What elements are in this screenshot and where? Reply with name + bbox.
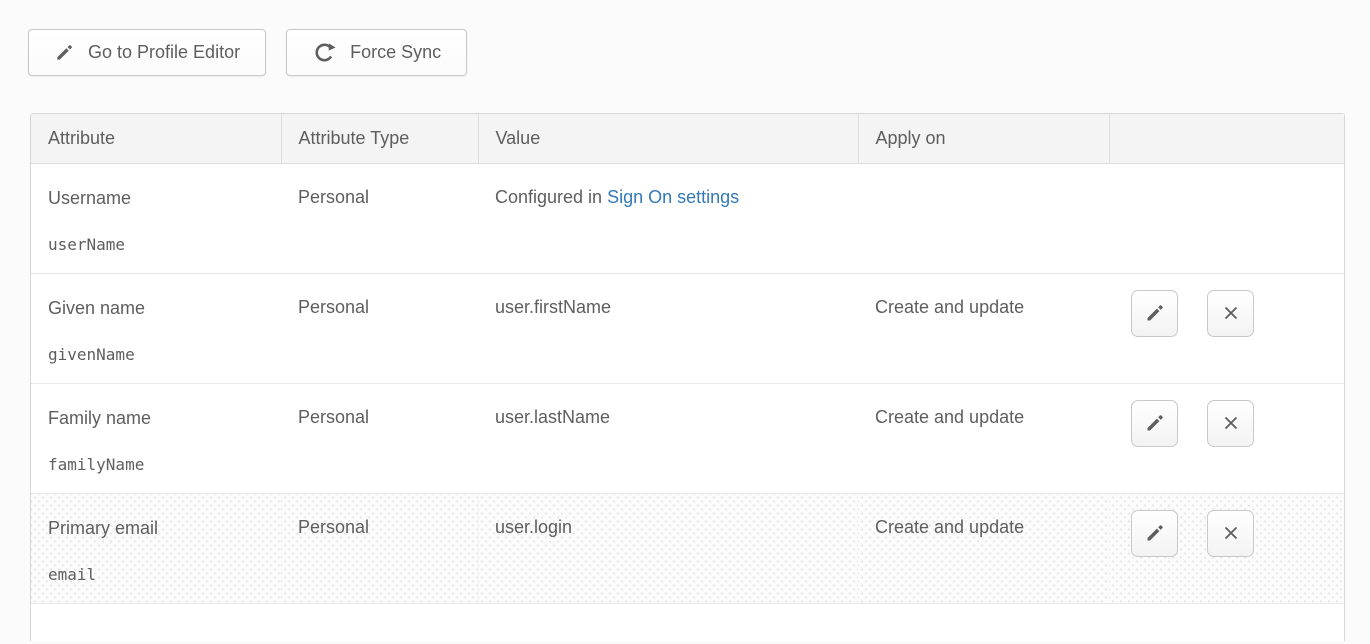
attribute-type-cell: Personal (281, 493, 478, 603)
table-row: Given name givenName Personal user.first… (31, 273, 1344, 383)
go-to-profile-editor-button[interactable]: Go to Profile Editor (28, 29, 266, 76)
value-cell: user.firstName (478, 273, 858, 383)
attribute-mapping-table: Attribute Attribute Type Value Apply on … (30, 113, 1345, 641)
delete-attribute-button[interactable] (1207, 400, 1254, 447)
header-actions (1109, 114, 1344, 163)
value-cell: Configured in Sign On settings (478, 163, 858, 273)
value-cell: user.lastName (478, 383, 858, 493)
sign-on-settings-link[interactable]: Sign On settings (607, 187, 739, 207)
apply-on-cell: Create and update (858, 383, 1109, 493)
attribute-variable-name: userName (48, 235, 265, 255)
attribute-cell: Given name givenName (31, 273, 281, 383)
x-icon (1220, 412, 1242, 434)
attribute-cell: Primary email email (31, 493, 281, 603)
x-icon (1220, 302, 1242, 324)
attribute-variable-name: familyName (48, 455, 265, 475)
go-to-profile-editor-label: Go to Profile Editor (88, 42, 240, 63)
attribute-cell: Username userName (31, 163, 281, 273)
table-row (31, 603, 1344, 641)
attribute-type-cell: Personal (281, 163, 478, 273)
force-sync-label: Force Sync (350, 42, 441, 63)
apply-on-cell (858, 163, 1109, 273)
table-row: Username userName Personal Configured in… (31, 163, 1344, 273)
attribute-mappings-page: Go to Profile Editor Force Sync Attribut… (0, 0, 1370, 644)
attribute-type-cell: Personal (281, 383, 478, 493)
attribute-variable-name: email (48, 565, 265, 585)
refresh-icon (312, 40, 337, 65)
pencil-icon (1144, 522, 1166, 544)
actions-cell (1109, 273, 1344, 383)
header-attribute: Attribute (31, 114, 281, 163)
value-prefix-text: Configured in (495, 187, 607, 207)
toolbar: Go to Profile Editor Force Sync (28, 29, 467, 76)
x-icon (1220, 522, 1242, 544)
header-apply-on: Apply on (858, 114, 1109, 163)
attribute-type-cell: Personal (281, 273, 478, 383)
table-header-row: Attribute Attribute Type Value Apply on (31, 114, 1344, 163)
header-attribute-type: Attribute Type (281, 114, 478, 163)
actions-cell (1109, 493, 1344, 603)
delete-attribute-button[interactable] (1207, 510, 1254, 557)
empty-cell (31, 603, 1344, 641)
value-cell: user.login (478, 493, 858, 603)
delete-attribute-button[interactable] (1207, 290, 1254, 337)
actions-cell (1109, 163, 1344, 273)
attribute-label: Username (48, 187, 265, 209)
header-value: Value (478, 114, 858, 163)
force-sync-button[interactable]: Force Sync (286, 29, 467, 76)
apply-on-cell: Create and update (858, 273, 1109, 383)
pencil-icon (54, 42, 75, 63)
edit-attribute-button[interactable] (1131, 290, 1178, 337)
table-row: Primary email email Personal user.login … (31, 493, 1344, 603)
table-row: Family name familyName Personal user.las… (31, 383, 1344, 493)
edit-attribute-button[interactable] (1131, 510, 1178, 557)
pencil-icon (1144, 302, 1166, 324)
attribute-label: Primary email (48, 517, 265, 539)
attribute-variable-name: givenName (48, 345, 265, 365)
attribute-label: Family name (48, 407, 265, 429)
apply-on-cell: Create and update (858, 493, 1109, 603)
attribute-cell: Family name familyName (31, 383, 281, 493)
attribute-label: Given name (48, 297, 265, 319)
pencil-icon (1144, 412, 1166, 434)
actions-cell (1109, 383, 1344, 493)
edit-attribute-button[interactable] (1131, 400, 1178, 447)
